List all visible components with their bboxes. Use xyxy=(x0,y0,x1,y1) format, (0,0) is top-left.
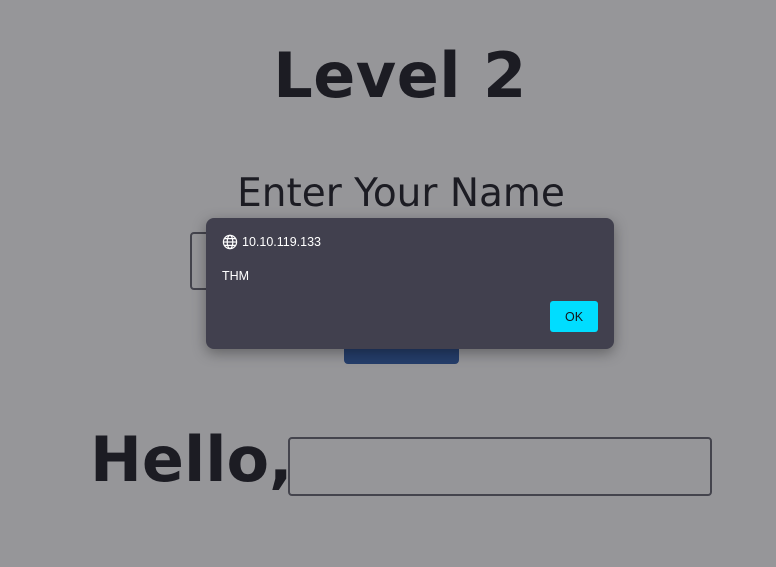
alert-dialog: 10.10.119.133 THM OK xyxy=(206,218,614,349)
alert-origin-text: 10.10.119.133 xyxy=(242,235,322,249)
alert-origin: 10.10.119.133 xyxy=(222,234,321,250)
alert-message: THM xyxy=(222,269,250,283)
globe-icon xyxy=(222,234,238,250)
ok-button[interactable]: OK xyxy=(550,301,598,332)
